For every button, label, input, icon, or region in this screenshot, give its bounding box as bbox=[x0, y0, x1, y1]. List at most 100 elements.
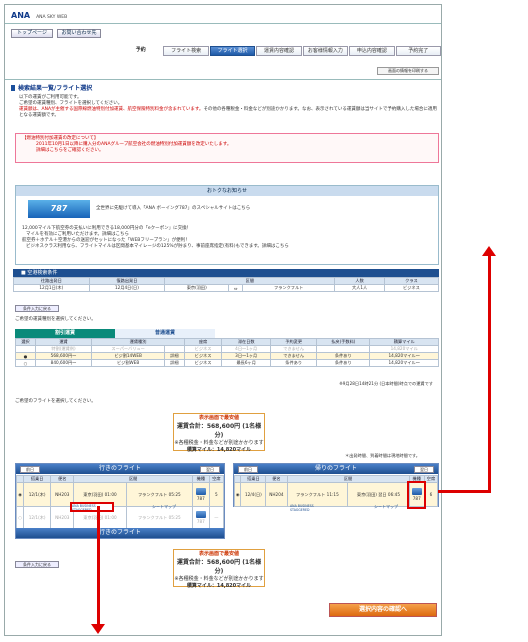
inbound-seatmap-link[interactable]: シートマップ bbox=[374, 504, 398, 510]
inbound-flight-row[interactable]: ◉ 12/4(日) NH204 フランクフルト 11:15 東京(羽田) 翌日 06:4… bbox=[233, 480, 439, 509]
outbound-title: 行きのフライト bbox=[16, 464, 224, 474]
cell: できません bbox=[270, 352, 318, 360]
col-header: 便名 bbox=[50, 475, 75, 483]
cell: 12月4日(日) bbox=[88, 284, 166, 292]
aircraft-type: 787 bbox=[196, 496, 205, 501]
total-miles: 積算マイル：14,820マイル bbox=[186, 447, 252, 453]
fare-radio[interactable]: ● bbox=[15, 352, 36, 360]
col-header: 機種 bbox=[192, 475, 210, 483]
col-header: 選択 bbox=[15, 338, 36, 346]
browser-page: ANA ANA SKY WEB トップページ お問い合わせ先 予約 フライト検索 … bbox=[4, 4, 442, 636]
outbound-service-link[interactable]: ANA BUSINESS STAGGERED bbox=[70, 502, 114, 512]
aircraft-icon[interactable]: 787 bbox=[192, 506, 210, 529]
col-header: 復路出発日 bbox=[88, 277, 166, 285]
seat-count: 5 bbox=[208, 482, 225, 507]
cell: 特割(運賃例) bbox=[34, 345, 93, 353]
lowest-fare-box-bottom: 表示画面で最安値 運賃合計：568,600円 (1名様分) ※各種税金・料金など… bbox=[173, 549, 265, 589]
outbound-seatmap-link[interactable]: シートマップ bbox=[152, 504, 176, 510]
flight-radio[interactable]: ◉ bbox=[15, 482, 25, 507]
outbound-next-day[interactable]: 翌日 bbox=[200, 466, 220, 473]
news-item-link[interactable]: ビジネスクラス利用なら、フライトマイルは区間基本マイレージの125%が貯まり、事… bbox=[22, 244, 432, 250]
inbound-next-day[interactable]: 翌日 bbox=[414, 466, 434, 473]
step-fare: 運賃内容確認 bbox=[256, 46, 302, 56]
787-banner[interactable]: 787 bbox=[28, 200, 90, 218]
back-to-conditions-button-bottom[interactable]: 条件入力に戻る bbox=[15, 561, 59, 568]
cell: 12/4(日) bbox=[240, 482, 267, 507]
aircraft-type: 787 bbox=[412, 496, 421, 501]
cell: 14,820マイル〜 bbox=[369, 352, 439, 360]
col-header: 滞在日数 bbox=[221, 338, 272, 346]
fare-type-link[interactable]: ビジ割WEB bbox=[91, 359, 165, 367]
outbound-flight-row[interactable]: ○ 12/1(木) NH203 東京(羽田) 01:00 フランクフルト 05:25 78… bbox=[15, 506, 225, 529]
outbound-prev-day[interactable]: 前日 bbox=[20, 466, 40, 473]
news-panel: おトクなお知らせ 787 全世界に先駆けて導入「ANA ボーイング787」のスペ… bbox=[15, 185, 439, 265]
top-page-button[interactable]: トップページ bbox=[11, 29, 53, 38]
news-787-link[interactable]: 全世界に先駆けて導入「ANA ボーイング787」のスペシャルサイトはこちら bbox=[96, 206, 250, 212]
cell: 14,820マイル〜 bbox=[369, 359, 439, 367]
cell: NH203 bbox=[50, 506, 75, 529]
lowest-fare-label: 表示画面で最安値 bbox=[198, 415, 239, 421]
news-header: おトクなお知らせ bbox=[16, 186, 438, 196]
inbound-panel: 帰りのフライト 前日 翌日 搭乗日 便名 区間 機種 空席 ◉ 12/4(日) NH204 フ… bbox=[233, 463, 439, 512]
inbound-title: 帰りのフライト bbox=[234, 464, 438, 474]
search-conditions-table: 往路出発日 復路出発日 区間 人数 クラス 12月1日(木) 12月4日(日) 東京(羽田)… bbox=[13, 277, 440, 292]
print-button[interactable]: 画面の情報を印刷する bbox=[377, 67, 439, 75]
fuel-surcharge-notice: 【燃油特別付加運賃の改定について】 2011年10月1日以降に購入分のANAグル… bbox=[15, 133, 439, 163]
cell bbox=[15, 345, 36, 353]
cell: 4日〜1ヶ月 bbox=[221, 345, 272, 353]
fare-radio[interactable]: ○ bbox=[15, 359, 36, 367]
intro-fare-note: 運賃額は、ANAが主催する国際線燃油特別付加運賃、航空保険特別料金が含まれていま… bbox=[19, 107, 204, 112]
flight-prompt: ご希望のフライトを選択してください。 bbox=[15, 399, 96, 404]
aircraft-icon[interactable]: 787 bbox=[192, 482, 210, 507]
cell: ビジネス bbox=[183, 345, 223, 353]
tab-discount[interactable]: 割引運賃 bbox=[15, 329, 115, 338]
col-header: 区間 bbox=[73, 475, 193, 483]
cell: 東京(羽田) 翌日 06:45 bbox=[347, 482, 410, 507]
col-header: クラス bbox=[383, 277, 440, 285]
outbound-flight-row[interactable]: ◉ 12/1(木) NH203 東京(羽田) 01:00 フランクフルト 05:25 78… bbox=[15, 482, 225, 507]
arrow-head-up-icon bbox=[482, 246, 496, 256]
cell: 12/1(木) bbox=[23, 506, 52, 529]
fare-prompt: ご希望の運賃種別を選択してください。 bbox=[15, 317, 96, 322]
cell: 条件あり bbox=[316, 359, 371, 367]
back-to-conditions-button[interactable]: 条件入力に戻る bbox=[15, 305, 59, 312]
inbound-service-link[interactable]: ANA BUSINESS STAGGERED bbox=[290, 504, 330, 512]
fare-row: 特割(運賃例) スーパーバリュー ビジネス 4日〜1ヶ月 できません 14,820マイル bbox=[15, 345, 439, 353]
aircraft-type: 787 bbox=[196, 519, 205, 524]
fare-type-link[interactable]: ビジ割14WEB bbox=[91, 352, 165, 360]
aircraft-icon[interactable]: 787 bbox=[407, 480, 427, 509]
contact-button[interactable]: お問い合わせ先 bbox=[57, 29, 101, 38]
cell: ビジネス bbox=[183, 359, 223, 367]
tab-normal[interactable]: 普通運賃 bbox=[115, 329, 215, 338]
total-miles: 積算マイル：14,820マイル bbox=[186, 583, 252, 589]
col-header: 払戻(手数料) bbox=[316, 338, 371, 346]
step-info: お客様情報入力 bbox=[302, 46, 349, 56]
cell: できません bbox=[270, 345, 318, 353]
confirm-selection-button[interactable]: 選択内容の確認へ bbox=[329, 603, 437, 617]
notice-link[interactable]: 詳細はこちらをご確認ください。 bbox=[22, 148, 432, 154]
cell: フランクフルト 11:15 bbox=[286, 482, 349, 507]
detail-button[interactable]: 詳細 bbox=[163, 352, 185, 360]
cell: スーパーバリュー bbox=[91, 345, 165, 353]
flight-radio[interactable]: ○ bbox=[15, 506, 25, 529]
col-header: 積算マイル bbox=[369, 338, 439, 346]
detail-button[interactable]: 詳細 bbox=[163, 359, 185, 367]
cell: 12月1日(木) bbox=[13, 284, 90, 292]
callout-arrow-v bbox=[488, 256, 491, 493]
fare-row[interactable]: ○ 840,600円〜 ビジ割WEB 詳細 ビジネス 最長6ヶ月 条件あり 条件あり 14,82… bbox=[15, 359, 439, 367]
cell: 最長6ヶ月 bbox=[221, 359, 272, 367]
col-header: 運賃種別 bbox=[91, 338, 185, 346]
fare-table: 選択 運賃 運賃種別 座席 滞在日数 予約変更 払戻(手数料) 積算マイル 特割(運賃例) スー… bbox=[15, 338, 439, 367]
inbound-prev-day[interactable]: 前日 bbox=[238, 466, 258, 473]
ana-logo[interactable]: ANA ANA SKY WEB bbox=[11, 11, 67, 20]
cell: 東京(羽田) bbox=[164, 284, 230, 292]
lowest-fare-label: 表示画面で最安値 bbox=[198, 551, 239, 557]
col-header: 空席 bbox=[423, 475, 439, 483]
news-list: 12,000マイル下航空券の支払いに利用できる18,000円分の「eクーポン」に… bbox=[22, 226, 432, 250]
site-name: ANA SKY WEB bbox=[36, 15, 68, 20]
fare-row-selected[interactable]: ● 568,600円〜 ビジ割14WEB 詳細 ビジネス 3日〜1ヶ月 できません 条件あり 1… bbox=[15, 352, 439, 360]
header-divider bbox=[5, 23, 441, 24]
cell: NH203 bbox=[50, 482, 75, 507]
callout-arrow-down bbox=[97, 506, 100, 626]
cell: 3日〜1ヶ月 bbox=[221, 352, 272, 360]
